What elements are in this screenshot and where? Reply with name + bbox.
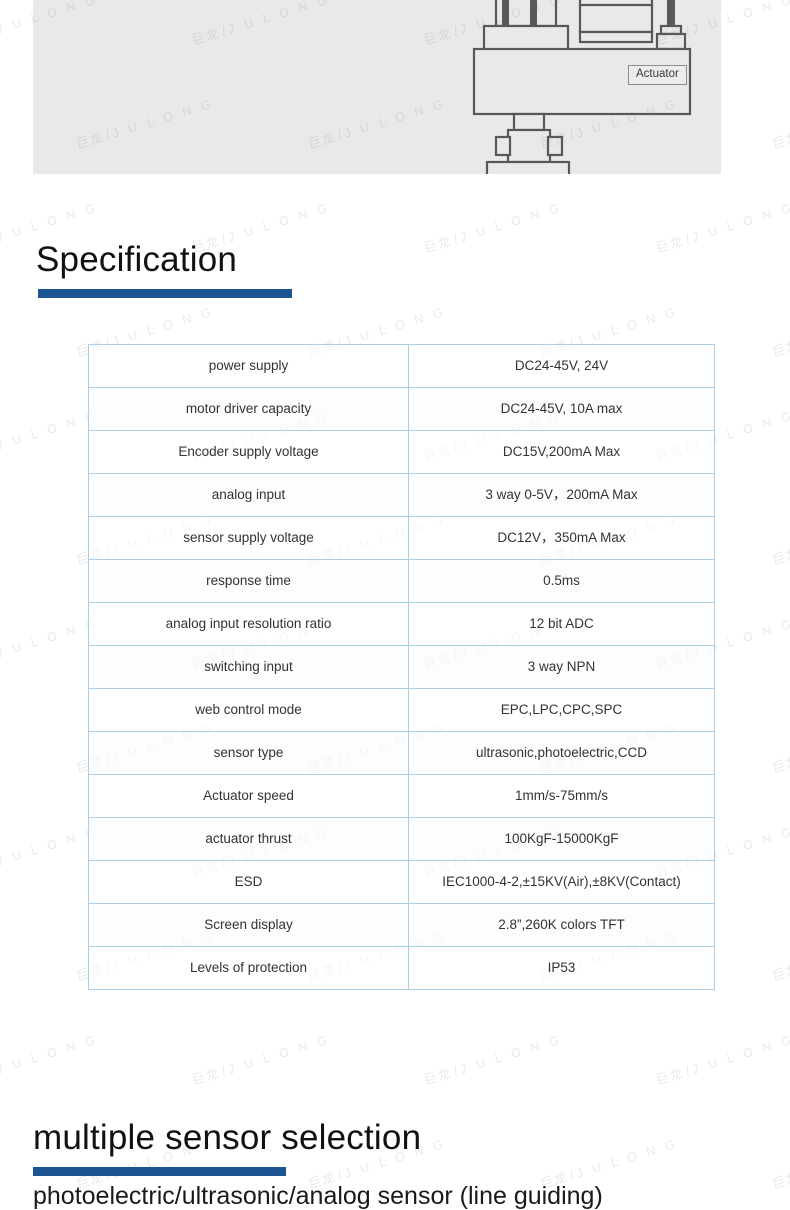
table-row: ESD IEC1000-4-2,±15KV(Air),±8KV(Contact) [88,860,715,904]
watermark-text: 巨龙/J U L O N G [770,545,790,568]
specification-table-container: power supply DC24-45V, 24V motor driver ca… [88,344,715,990]
table-row: analog input resolution ratio 12 bit ADC [88,602,715,646]
spec-key-cell: Levels of protection [88,946,409,990]
watermark-text: 巨龙/J U L O N G [770,129,790,152]
watermark-text: 巨龙/J U L O N G [654,200,790,256]
watermark-text: 巨龙/J U L O N G [422,1032,564,1088]
table-row: analog input 3 way 0-5V，200mA Max [88,473,715,517]
vertical-rod [667,0,675,26]
table-row: Levels of protection IP53 [88,946,715,990]
watermark-text: 巨龙/J U L O N G [770,753,790,776]
specification-accent-bar [38,289,292,298]
spec-key-cell: motor driver capacity [88,387,409,431]
actuator-diagram [472,0,692,174]
gearbox-base [578,30,654,44]
sensor-selection-heading: multiple sensor selection [33,1118,422,1157]
spec-value-cell: 0.5ms [408,559,715,603]
watermark-text: 巨龙/J U L O N G [654,1032,790,1088]
table-row: actuator thrust 100KgF-15000KgF [88,817,715,861]
watermark-text: 巨龙/J U L O N G [770,337,790,360]
motor-shaft-left-b [530,0,537,26]
watermark-text: 巨龙/J U L O N G [770,961,790,984]
mount-stem [512,112,546,132]
watermark-text: 巨龙/J U L O N G [770,1169,790,1192]
motor-flange-left [482,24,570,53]
spec-key-cell: analog input [88,473,409,517]
spec-key-cell: Actuator speed [88,774,409,818]
spec-value-cell: 1mm/s-75mm/s [408,774,715,818]
mount-pad-right [546,135,564,157]
spec-key-cell: analog input resolution ratio [88,602,409,646]
spec-key-cell: Screen display [88,903,409,947]
spec-value-cell: 3 way 0-5V，200mA Max [408,473,715,517]
spec-key-cell: ESD [88,860,409,904]
watermark-text: 巨龙/J U L O N G [190,1032,332,1088]
spec-value-cell: DC24-45V, 10A max [408,387,715,431]
table-row: power supply DC24-45V, 24V [88,344,715,388]
spec-key-cell: Encoder supply voltage [88,430,409,474]
spec-value-cell: 100KgF-15000KgF [408,817,715,861]
spec-key-cell: sensor supply voltage [88,516,409,560]
specification-heading: Specification [36,240,238,279]
rod-base [655,32,687,51]
table-row: switching input 3 way NPN [88,645,715,689]
watermark-text: 巨龙/J U L O N G [0,408,100,453]
watermark-text: 巨龙/J U L O N G [0,824,100,869]
table-row: response time 0.5ms [88,559,715,603]
sensor-selection-subtext: photoelectric/ultrasonic/analog sensor (… [33,1182,603,1210]
table-row: motor driver capacity DC24-45V, 10A max [88,387,715,431]
spec-value-cell: DC15V,200mA Max [408,430,715,474]
spec-key-cell: switching input [88,645,409,689]
spec-key-cell: actuator thrust [88,817,409,861]
rod-collar [659,24,683,36]
table-row: Screen display 2.8”,260K colors TFT [88,903,715,947]
spec-key-cell: web control mode [88,688,409,732]
table-row: Encoder supply voltage DC15V,200mA Max [88,430,715,474]
spec-value-cell: DC12V，350mA Max [408,516,715,560]
spec-value-cell: 2.8”,260K colors TFT [408,903,715,947]
mount-pad-left [494,135,512,157]
actuator-label: Actuator [628,65,687,85]
mount-base-plate [485,160,571,174]
motor-shaft-left-a [502,0,509,26]
spec-value-cell: EPC,LPC,CPC,SPC [408,688,715,732]
spec-key-cell: response time [88,559,409,603]
table-row: web control mode EPC,LPC,CPC,SPC [88,688,715,732]
spec-key-cell: power supply [88,344,409,388]
sensor-selection-accent-bar [33,1167,286,1176]
specification-table: power supply DC24-45V, 24V motor driver ca… [88,344,715,990]
spec-value-cell: IP53 [408,946,715,990]
table-row: sensor supply voltage DC12V，350mA Max [88,516,715,560]
table-row: Actuator speed 1mm/s-75mm/s [88,774,715,818]
watermark-text: 巨龙/J U L O N G [0,616,100,661]
spec-value-cell: IEC1000-4-2,±15KV(Air),±8KV(Contact) [408,860,715,904]
spec-key-cell: sensor type [88,731,409,775]
watermark-text: 巨龙/J U L O N G [422,200,564,256]
spec-value-cell: ultrasonic,photoelectric,CCD [408,731,715,775]
spec-value-cell: 12 bit ADC [408,602,715,646]
spec-value-cell: 3 way NPN [408,645,715,689]
table-row: sensor type ultrasonic,photoelectric,CCD [88,731,715,775]
spec-value-cell: DC24-45V, 24V [408,344,715,388]
mount-collar [506,128,552,164]
watermark-text: 巨龙/J U L O N G [0,1032,100,1077]
